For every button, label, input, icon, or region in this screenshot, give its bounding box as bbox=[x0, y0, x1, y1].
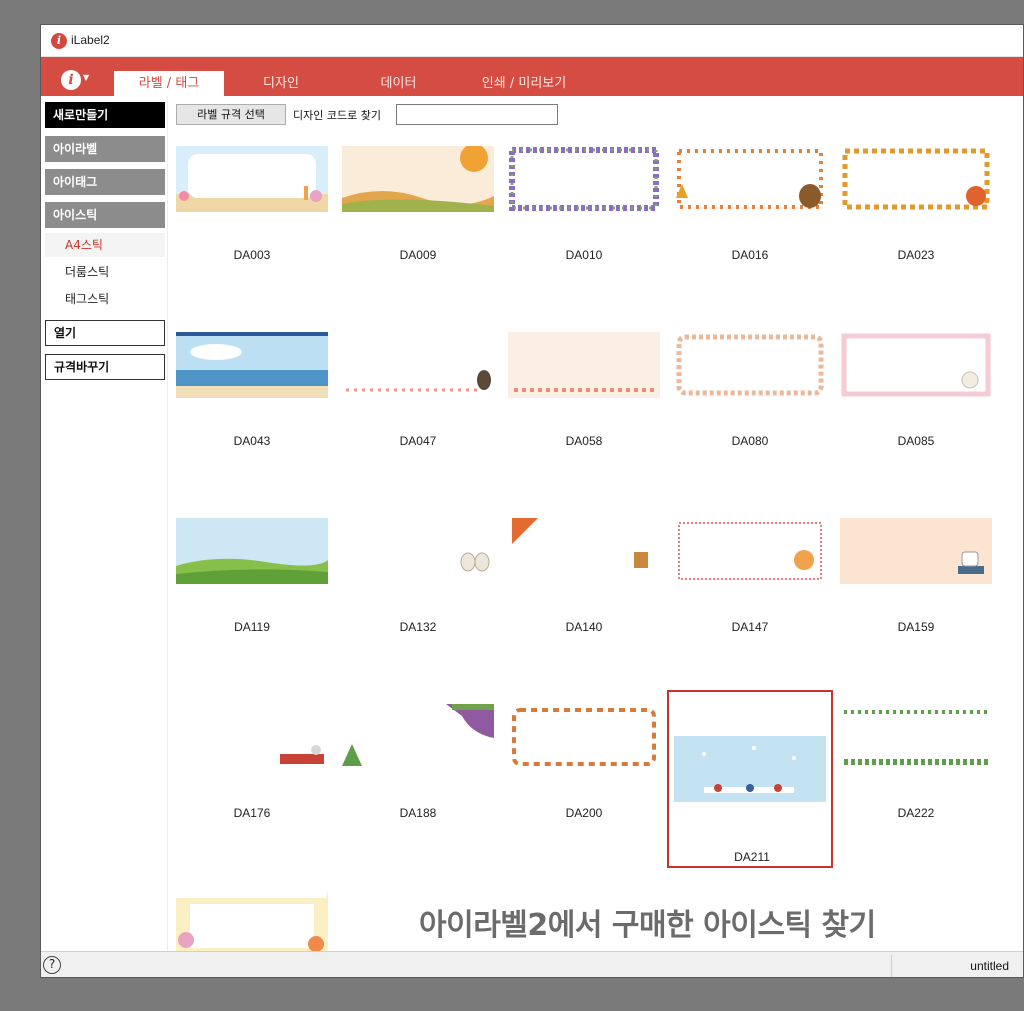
design-thumbnail bbox=[674, 518, 826, 584]
design-code: DA188 bbox=[399, 806, 437, 820]
design-code: DA016 bbox=[731, 248, 769, 262]
design-thumbnail bbox=[342, 704, 494, 770]
design-card-da016[interactable]: DA016 bbox=[667, 132, 833, 310]
design-card-partial[interactable] bbox=[169, 876, 335, 951]
design-card-da047[interactable]: DA047 bbox=[335, 318, 501, 496]
design-card-da023[interactable]: DA023 bbox=[833, 132, 999, 310]
design-code: DA211 bbox=[734, 850, 770, 864]
design-code: DA132 bbox=[399, 620, 437, 634]
design-card-da085[interactable]: DA085 bbox=[833, 318, 999, 496]
category-istick[interactable]: 아이스틱 bbox=[45, 202, 165, 228]
tab-label-tag[interactable]: 라벨 / 태그 bbox=[114, 71, 224, 96]
design-card-da147[interactable]: DA147 bbox=[667, 504, 833, 682]
subitem-a4-stick[interactable]: A4스틱 bbox=[45, 233, 165, 257]
design-thumbnail bbox=[176, 332, 328, 398]
document-name: untitled bbox=[970, 959, 1009, 973]
design-code: DA147 bbox=[731, 620, 769, 634]
subitem-tag-stick[interactable]: 태그스틱 bbox=[45, 287, 165, 311]
category-itag[interactable]: 아이태그 bbox=[45, 169, 165, 195]
design-code: DA010 bbox=[565, 248, 603, 262]
design-card-da200[interactable]: DA200 bbox=[501, 690, 667, 868]
tab-print-preview[interactable]: 인쇄 / 미리보기 bbox=[459, 71, 589, 96]
design-thumbnail bbox=[674, 146, 826, 212]
design-code: DA009 bbox=[399, 248, 437, 262]
design-code: DA159 bbox=[897, 620, 935, 634]
design-thumbnail bbox=[342, 518, 494, 584]
design-thumbnail bbox=[342, 332, 494, 398]
design-card-da080[interactable]: DA080 bbox=[667, 318, 833, 496]
design-thumbnail bbox=[840, 146, 992, 212]
design-card-da010[interactable]: DA010 bbox=[501, 132, 667, 310]
design-thumbnail bbox=[342, 146, 494, 212]
design-card-da003[interactable]: DA003 bbox=[169, 132, 335, 310]
design-card-da043[interactable]: DA043 bbox=[169, 318, 335, 496]
design-code: DA085 bbox=[897, 434, 935, 448]
design-thumbnail bbox=[508, 146, 660, 212]
design-card-da222[interactable]: DA222 bbox=[833, 690, 999, 868]
new-button[interactable]: 새로만들기 bbox=[45, 102, 165, 128]
design-code: DA176 bbox=[233, 806, 271, 820]
design-thumbnail bbox=[840, 518, 992, 584]
design-card-da188[interactable]: DA188 bbox=[335, 690, 501, 868]
subitem-theroom-stick[interactable]: 더룸스틱 bbox=[45, 260, 165, 284]
design-thumbnail bbox=[674, 332, 826, 398]
design-thumbnail bbox=[176, 146, 328, 212]
design-code: DA222 bbox=[897, 806, 935, 820]
design-card-da140[interactable]: DA140 bbox=[501, 504, 667, 682]
design-code: DA023 bbox=[897, 248, 935, 262]
design-thumbnail bbox=[508, 332, 660, 398]
info-menu-button[interactable]: i ▼ bbox=[61, 70, 95, 92]
promo-banner-text: 아이라벨2에서 구매한 아이스틱 찾기 bbox=[419, 908, 876, 943]
design-code: DA043 bbox=[233, 434, 271, 448]
design-code: DA140 bbox=[565, 620, 603, 634]
design-browser: 라벨 규격 선택 디자인 코드로 찾기 DA003 DA009 DA010 DA… bbox=[169, 96, 1023, 951]
design-thumbnail bbox=[508, 704, 660, 770]
window-title: iLabel2 bbox=[71, 33, 110, 47]
design-card-da119[interactable]: DA119 bbox=[169, 504, 335, 682]
design-thumbnail bbox=[176, 890, 328, 951]
design-code: DA080 bbox=[731, 434, 769, 448]
design-code: DA200 bbox=[565, 806, 603, 820]
design-code: DA119 bbox=[234, 620, 270, 634]
design-thumbnail bbox=[176, 704, 328, 770]
design-card-da211[interactable]: DA211 bbox=[667, 690, 833, 868]
design-card-da009[interactable]: DA009 bbox=[335, 132, 501, 310]
change-spec-button[interactable]: 규격바꾸기 bbox=[45, 354, 165, 380]
open-button[interactable]: 열기 bbox=[45, 320, 165, 346]
design-code: DA058 bbox=[565, 434, 603, 448]
design-grid: DA003 DA009 DA010 DA016 DA023 DA043 DA04… bbox=[169, 132, 1023, 951]
design-thumbnail bbox=[840, 704, 992, 770]
tab-design[interactable]: 디자인 bbox=[236, 71, 326, 96]
label-spec-button[interactable]: 라벨 규격 선택 bbox=[176, 104, 286, 125]
status-divider bbox=[891, 955, 892, 977]
code-search-label: 디자인 코드로 찾기 bbox=[293, 109, 381, 122]
design-thumbnail bbox=[674, 736, 826, 802]
info-icon: i bbox=[61, 70, 81, 90]
title-bar: i iLabel2 bbox=[41, 25, 1023, 57]
design-thumbnail bbox=[508, 518, 660, 584]
tab-data[interactable]: 데이터 bbox=[351, 71, 446, 96]
design-card-da132[interactable]: DA132 bbox=[335, 504, 501, 682]
category-ilabel[interactable]: 아이라벨 bbox=[45, 136, 165, 162]
design-card-da176[interactable]: DA176 bbox=[169, 690, 335, 868]
design-thumbnail bbox=[176, 518, 328, 584]
help-icon[interactable]: ? bbox=[43, 956, 61, 974]
app-window: i iLabel2 i ▼ 라벨 / 태그 디자인 데이터 인쇄 / 미리보기 … bbox=[40, 24, 1024, 978]
app-logo-icon: i bbox=[51, 33, 67, 49]
design-code: DA003 bbox=[233, 248, 271, 262]
design-card-da159[interactable]: DA159 bbox=[833, 504, 999, 682]
design-card-da058[interactable]: DA058 bbox=[501, 318, 667, 496]
status-bar: ? untitled bbox=[41, 951, 1023, 977]
code-search-input[interactable] bbox=[396, 104, 558, 125]
caret-down-icon: ▼ bbox=[83, 73, 90, 82]
sidebar: 새로만들기 아이라벨 아이태그 아이스틱 A4스틱 더룸스틱 태그스틱 열기 규… bbox=[42, 96, 168, 951]
design-code: DA047 bbox=[399, 434, 437, 448]
design-thumbnail bbox=[840, 332, 992, 398]
